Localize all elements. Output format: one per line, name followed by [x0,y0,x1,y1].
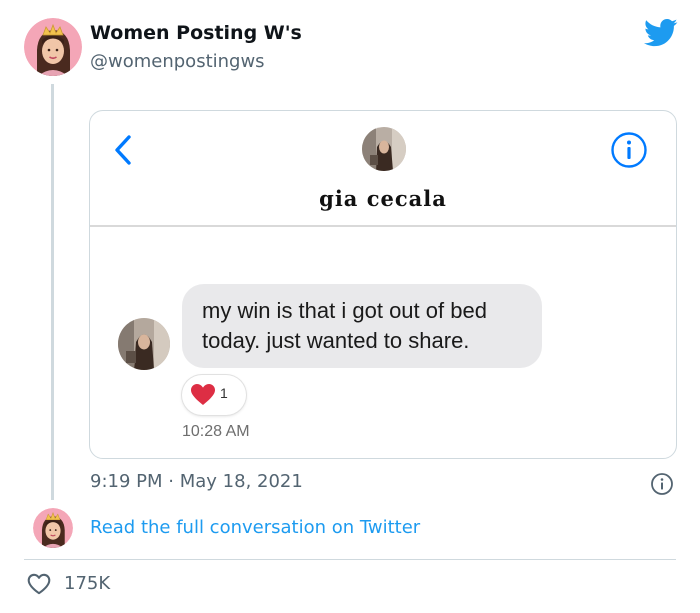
message-timestamp: 10:28 AM [182,423,250,440]
read-full-conversation-link[interactable]: Read the full conversation on Twitter [90,517,420,538]
tweet-timestamp[interactable]: 9:19 PM · May 18, 2021 [90,471,303,492]
header-divider [90,225,676,227]
heart-reaction: 1 [182,375,246,415]
sender-photo-icon [118,318,170,370]
contact-name: gia cecala [319,186,447,211]
tweet-card: Women Posting W's @womenpostingws gia ce… [0,0,700,613]
tweet-time: 9:19 PM [90,471,163,492]
author-handle[interactable]: @womenpostingws [90,51,265,72]
author-display-name[interactable]: Women Posting W's [90,22,302,44]
sender-avatar [118,318,170,370]
author-avatar-small[interactable] [33,508,73,548]
crowned-woman-avatar-icon [24,18,82,76]
reaction-count: 1 [220,385,228,401]
twitter-bird-icon[interactable] [644,18,678,48]
thread-connector-line [51,84,54,500]
actions-separator [24,559,676,560]
author-avatar[interactable] [24,18,82,76]
tweet-date: May 18, 2021 [179,471,303,492]
info-circle-icon [611,132,647,168]
heart-outline-icon[interactable] [26,571,52,597]
message-bubble: my win is that i got out of bed today. j… [182,284,542,368]
chevron-left-icon [115,135,131,165]
like-count[interactable]: 175K [64,573,110,594]
meta-separator: · [168,471,174,492]
info-icon[interactable] [650,472,674,496]
red-heart-icon [191,384,215,405]
crowned-woman-avatar-icon [33,508,73,548]
embedded-message-screenshot[interactable]: gia cecala my win is that i got out of b… [89,110,677,459]
contact-avatar [362,127,406,171]
contact-photo-icon [362,127,406,171]
